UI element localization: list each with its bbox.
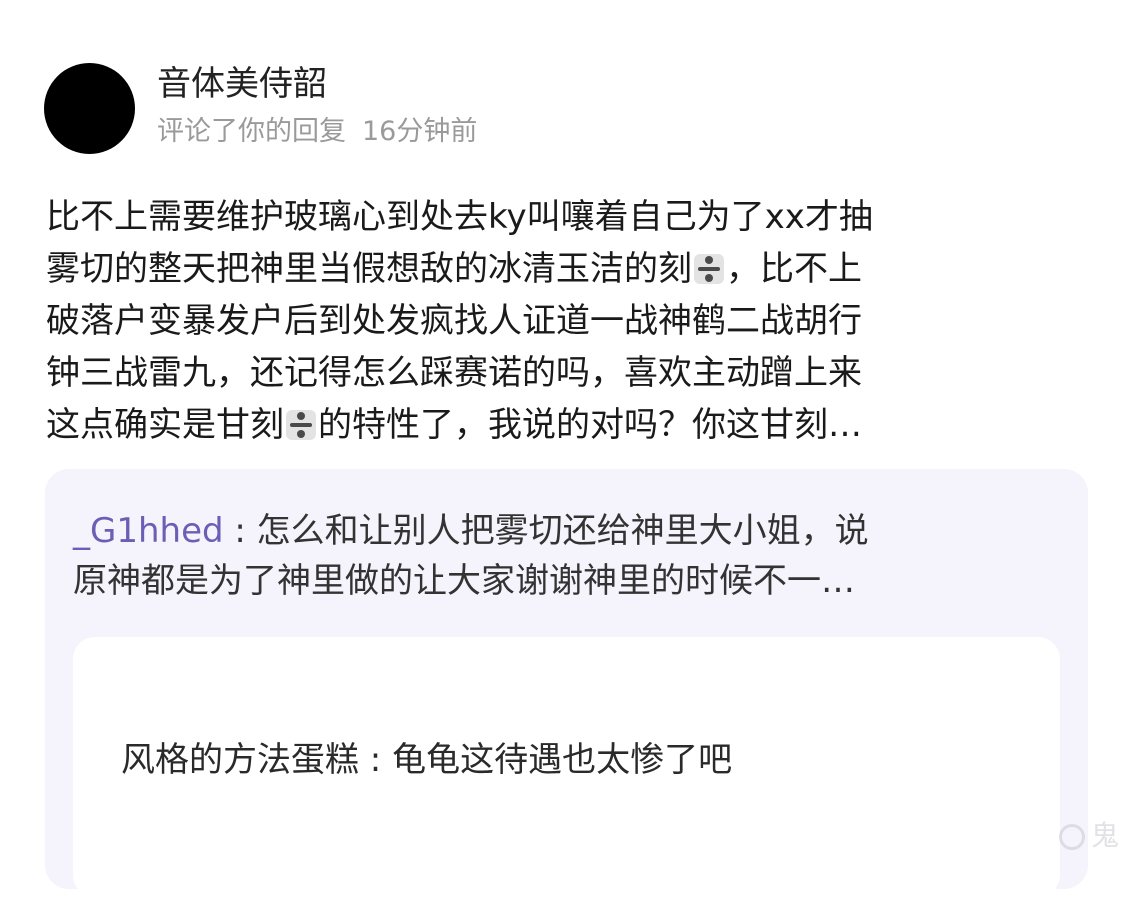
quoted-separator: : [223, 511, 257, 551]
quoted-line: 原神都是为了神里做的让大家谢谢神里的时候不一… [73, 561, 855, 601]
avatar[interactable] [44, 63, 135, 154]
heavy-division-sign-icon [286, 410, 316, 440]
original-post-text: 风格的方法蛋糕 : 龟龟这待遇也太惨了吧 [121, 740, 733, 780]
quoted-content: 怎么和让别人把雾切还给神里大小姐，说 [256, 511, 869, 551]
quoted-line: _G1hhed : 怎么和让别人把雾切还给神里大小姐，说 [73, 506, 1063, 556]
comment-text: 这点确实是甘刻 [46, 405, 284, 445]
comment-line: 比不上需要维护玻璃心到处去ky叫嚷着自己为了xx才抽 [46, 197, 873, 237]
comment-body[interactable]: 比不上需要维护玻璃心到处去ky叫嚷着自己为了xx才抽 雾切的整天把神里当假想敌的… [46, 191, 1106, 451]
watermark-text: 鬼 [1090, 819, 1119, 852]
comment-text: 的特性了，我说的对吗？你这甘刻… [318, 405, 862, 445]
comment-line: 破落户变暴发户后到处发疯找人证道一战神鹤二战胡行 [46, 301, 862, 341]
watermark-logo-icon [1058, 824, 1085, 850]
heavy-division-sign-icon [694, 254, 724, 284]
watermark: 鬼 [1058, 814, 1119, 854]
notification-meta: 评论了你的回复 16分钟前 [157, 113, 477, 151]
comment-line: 钟三战雷九，还记得怎么踩赛诺的吗，喜欢主动蹭上来 [46, 353, 862, 393]
original-post-card[interactable]: 风格的方法蛋糕 : 龟龟这待遇也太惨了吧 [73, 637, 1060, 897]
quoted-reply-text: _G1hhed : 怎么和让别人把雾切还给神里大小姐，说 原神都是为了神里做的让… [73, 506, 1063, 606]
comment-line: 这点确实是甘刻 的特性了，我说的对吗？你这甘刻… [46, 399, 1106, 451]
comment-line: 雾切的整天把神里当假想敌的冰清玉洁的刻 ，比不上 [46, 243, 1106, 295]
quoted-author-link[interactable]: _G1hhed [73, 511, 224, 551]
username[interactable]: 音体美侍韶 [157, 62, 327, 106]
action-text: 评论了你的回复 [157, 116, 346, 147]
comment-text: ，比不上 [726, 249, 862, 289]
quoted-reply-card[interactable]: _G1hhed : 怎么和让别人把雾切还给神里大小姐，说 原神都是为了神里做的让… [45, 469, 1088, 897]
comment-text: 雾切的整天把神里当假想敌的冰清玉洁的刻 [46, 249, 692, 289]
timestamp: 16分钟前 [362, 116, 478, 147]
